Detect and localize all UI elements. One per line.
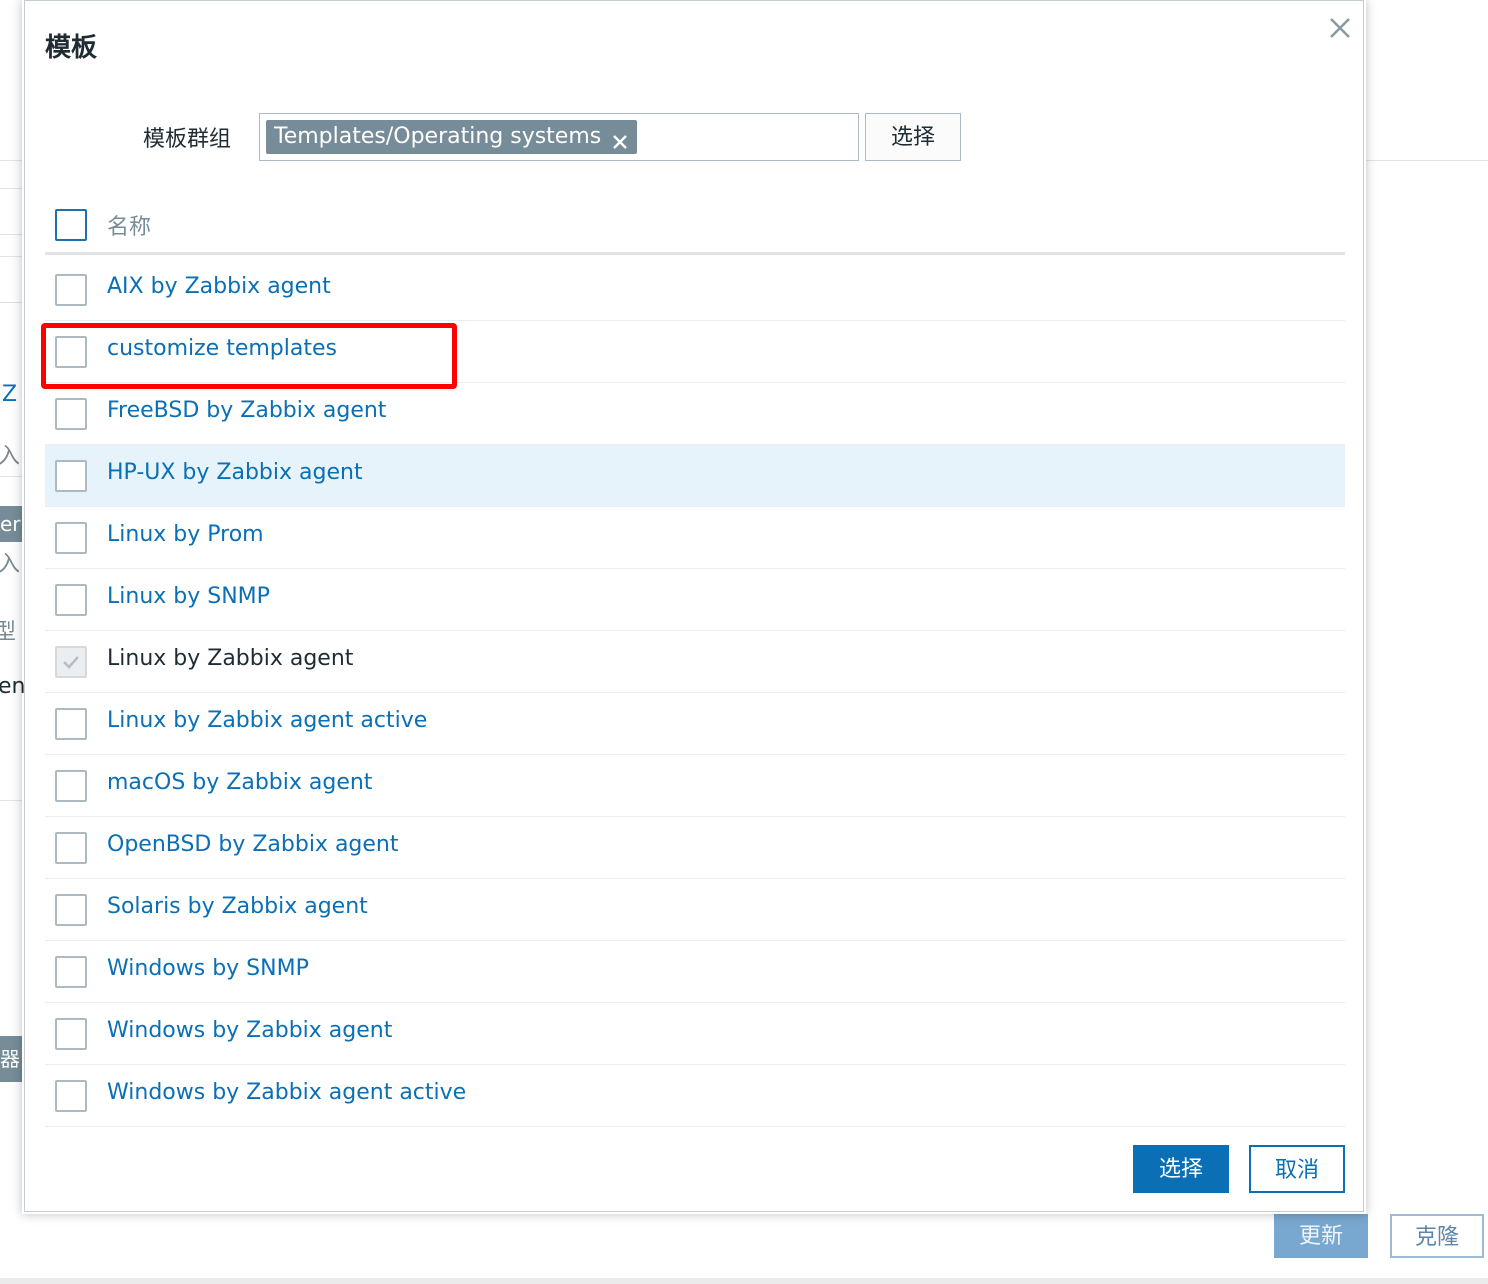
- template-dialog: 模板 模板群组 Templates/Operating systems 选择 名…: [24, 0, 1364, 1212]
- bg-divider: [0, 302, 22, 303]
- template-row: Linux by Zabbix agent: [45, 631, 1345, 693]
- template-name[interactable]: HP-UX by Zabbix agent: [107, 460, 363, 485]
- bg-divider: [0, 188, 22, 189]
- cancel-button[interactable]: 取消: [1249, 1145, 1345, 1193]
- template-group-multiselect[interactable]: Templates/Operating systems: [259, 113, 859, 161]
- select-group-button[interactable]: 选择: [865, 113, 961, 161]
- template-checkbox[interactable]: [55, 584, 87, 616]
- template-name[interactable]: OpenBSD by Zabbix agent: [107, 832, 399, 857]
- bg-divider: [0, 256, 22, 257]
- clone-button[interactable]: 克隆: [1390, 1214, 1484, 1258]
- template-checkbox[interactable]: [55, 708, 87, 740]
- bg-divider: [0, 800, 22, 801]
- template-name[interactable]: customize templates: [107, 336, 337, 361]
- template-row: Solaris by Zabbix agent: [45, 879, 1345, 941]
- bg-divider: [0, 234, 22, 235]
- template-row: Windows by SNMP: [45, 941, 1345, 1003]
- template-row: AIX by Zabbix agent: [45, 259, 1345, 321]
- template-checkbox[interactable]: [55, 770, 87, 802]
- template-name[interactable]: Windows by Zabbix agent: [107, 1018, 392, 1043]
- template-name[interactable]: macOS by Zabbix agent: [107, 770, 372, 795]
- bg-tag-fragment: 器: [0, 1036, 22, 1082]
- template-row: macOS by Zabbix agent: [45, 755, 1345, 817]
- template-name[interactable]: FreeBSD by Zabbix agent: [107, 398, 386, 423]
- template-checkbox[interactable]: [55, 956, 87, 988]
- template-row: Linux by Zabbix agent active: [45, 693, 1345, 755]
- select-all-checkbox[interactable]: [55, 209, 87, 241]
- template-name[interactable]: Solaris by Zabbix agent: [107, 894, 368, 919]
- bg-text-fragment: Z: [2, 382, 18, 407]
- template-name[interactable]: AIX by Zabbix agent: [107, 274, 331, 299]
- select-button[interactable]: 选择: [1133, 1145, 1229, 1193]
- template-checkbox[interactable]: [55, 460, 87, 492]
- bg-text-fragment: 入: [0, 444, 21, 469]
- template-checkbox[interactable]: [55, 522, 87, 554]
- checkmark-icon: [63, 656, 79, 669]
- update-button[interactable]: 更新: [1274, 1214, 1368, 1258]
- template-group-label: 模板群组: [143, 127, 232, 152]
- template-checkbox[interactable]: [55, 1018, 87, 1050]
- selected-group-tag-label: Templates/Operating systems: [274, 124, 602, 149]
- template-checkbox[interactable]: [55, 894, 87, 926]
- template-row: OpenBSD by Zabbix agent: [45, 817, 1345, 879]
- close-icon[interactable]: [1327, 15, 1353, 41]
- template-name[interactable]: Linux by SNMP: [107, 584, 270, 609]
- template-checkbox[interactable]: [55, 398, 87, 430]
- bg-tag-fragment: er: [0, 506, 22, 542]
- list-header: 名称: [45, 193, 1345, 255]
- template-row: HP-UX by Zabbix agent: [45, 445, 1345, 507]
- template-row: customize templates: [45, 321, 1345, 383]
- dialog-title: 模板: [45, 33, 98, 63]
- template-name[interactable]: Windows by SNMP: [107, 956, 309, 981]
- template-checkbox[interactable]: [55, 832, 87, 864]
- template-checkbox-disabled: [55, 646, 87, 678]
- remove-tag-icon[interactable]: [611, 128, 629, 149]
- bg-text-fragment: 型: [0, 620, 17, 645]
- template-name[interactable]: Linux by Prom: [107, 522, 264, 547]
- template-list: AIX by Zabbix agent customize templates Fr…: [45, 259, 1345, 1127]
- template-checkbox[interactable]: [55, 336, 87, 368]
- template-row: Linux by SNMP: [45, 569, 1345, 631]
- template-row: FreeBSD by Zabbix agent: [45, 383, 1345, 445]
- template-name: Linux by Zabbix agent: [107, 646, 354, 671]
- template-row: Windows by Zabbix agent active: [45, 1065, 1345, 1127]
- template-checkbox[interactable]: [55, 1080, 87, 1112]
- template-row: Windows by Zabbix agent: [45, 1003, 1345, 1065]
- bg-divider: [1366, 160, 1488, 161]
- template-row: Linux by Prom: [45, 507, 1345, 569]
- bg-text-fragment: 入: [0, 552, 21, 577]
- bg-divider: [0, 476, 22, 477]
- bg-divider: [0, 160, 22, 161]
- name-column-header: 名称: [107, 215, 152, 240]
- selected-group-tag: Templates/Operating systems: [266, 120, 638, 154]
- template-name[interactable]: Windows by Zabbix agent active: [107, 1080, 466, 1105]
- template-name[interactable]: Linux by Zabbix agent active: [107, 708, 427, 733]
- template-checkbox[interactable]: [55, 274, 87, 306]
